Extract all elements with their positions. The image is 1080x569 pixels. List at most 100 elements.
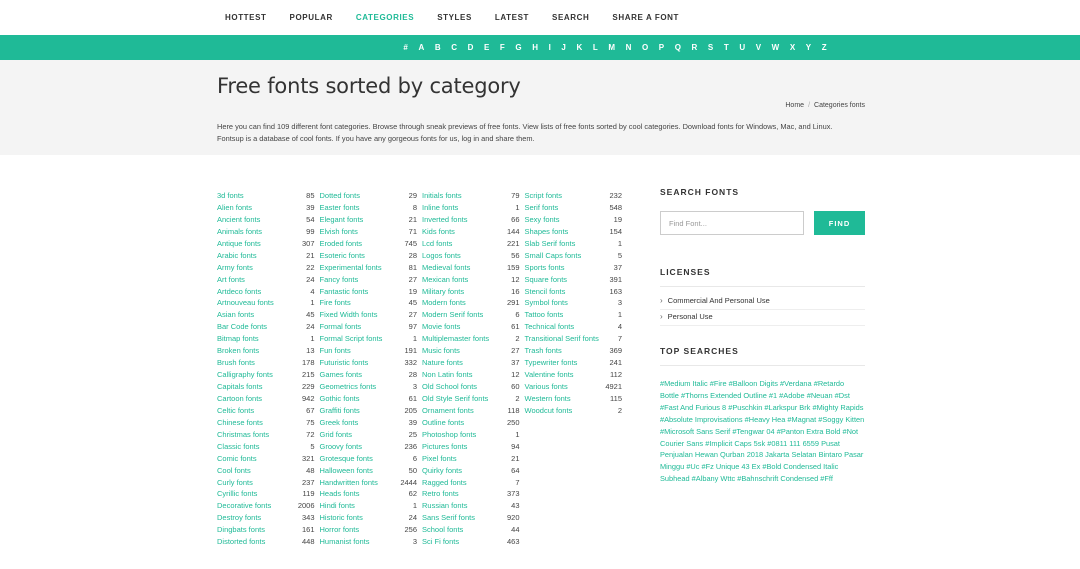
top-search-link[interactable]: #Neuan [807, 391, 833, 400]
category-link[interactable]: Army fonts [217, 262, 253, 274]
category-link[interactable]: Script fonts [525, 190, 563, 202]
breadcrumb-home[interactable]: Home [785, 102, 804, 109]
category-link[interactable]: Artdeco fonts [217, 286, 261, 298]
top-search-link[interactable]: #Absolute Improvisations [660, 415, 743, 424]
alphabet-letter-m[interactable]: M [608, 43, 615, 52]
category-link[interactable]: Small Caps fonts [525, 250, 582, 262]
category-link[interactable]: Elegant fonts [320, 214, 364, 226]
category-link[interactable]: Square fonts [525, 274, 568, 286]
alphabet-letter-q[interactable]: Q [675, 43, 681, 52]
top-search-link[interactable]: #Verdana [780, 379, 812, 388]
category-link[interactable]: Formal fonts [320, 321, 362, 333]
category-link[interactable]: Grid fonts [320, 429, 353, 441]
category-link[interactable]: Games fonts [320, 369, 363, 381]
category-link[interactable]: Sexy fonts [525, 214, 560, 226]
alphabet-letter-d[interactable]: D [468, 43, 474, 52]
category-link[interactable]: Music fonts [422, 345, 460, 357]
alphabet-letter-r[interactable]: R [692, 43, 698, 52]
alphabet-letter-w[interactable]: W [772, 43, 780, 52]
category-link[interactable]: Old Style Serif fonts [422, 393, 488, 405]
category-link[interactable]: Slab Serif fonts [525, 238, 576, 250]
alphabet-letter-o[interactable]: O [642, 43, 648, 52]
top-search-link[interactable]: #Bahnschrift Condensed [737, 474, 818, 483]
category-link[interactable]: Bitmap fonts [217, 333, 259, 345]
top-search-link[interactable]: #Fire [710, 379, 727, 388]
find-button[interactable]: FIND [814, 211, 865, 235]
category-link[interactable]: Symbol fonts [525, 297, 568, 309]
license-item[interactable]: › Personal Use [660, 310, 865, 326]
category-link[interactable]: Arabic fonts [217, 250, 257, 262]
category-link[interactable]: Experimental fonts [320, 262, 382, 274]
alphabet-letter-i[interactable]: I [549, 43, 551, 52]
category-link[interactable]: Handwritten fonts [320, 477, 378, 489]
category-link[interactable]: Sci Fi fonts [422, 536, 459, 548]
category-link[interactable]: Serif fonts [525, 202, 559, 214]
category-link[interactable]: Asian fonts [217, 309, 254, 321]
search-input[interactable] [660, 211, 804, 235]
category-link[interactable]: Halloween fonts [320, 465, 373, 477]
alphabet-letter-u[interactable]: U [739, 43, 745, 52]
category-link[interactable]: Lcd fonts [422, 238, 452, 250]
alphabet-letter-p[interactable]: P [659, 43, 664, 52]
alphabet-letter-c[interactable]: C [451, 43, 457, 52]
category-link[interactable]: Sports fonts [525, 262, 565, 274]
category-link[interactable]: Western fonts [525, 393, 571, 405]
category-link[interactable]: Broken fonts [217, 345, 259, 357]
category-link[interactable]: Art fonts [217, 274, 245, 286]
category-link[interactable]: Old School fonts [422, 381, 477, 393]
category-link[interactable]: Groovy fonts [320, 441, 363, 453]
alphabet-letter-n[interactable]: N [626, 43, 632, 52]
top-search-link[interactable]: #Thorns Extended Outline #1 [681, 391, 777, 400]
category-link[interactable]: Typewriter fonts [525, 357, 578, 369]
category-link[interactable]: Distorted fonts [217, 536, 265, 548]
category-link[interactable]: Formal Script fonts [320, 333, 383, 345]
nav-share-a-font[interactable]: SHARE A FONT [612, 13, 679, 22]
nav-popular[interactable]: POPULAR [290, 13, 333, 22]
top-search-link[interactable]: #Larkspur Brk [764, 403, 810, 412]
category-link[interactable]: Gothic fonts [320, 393, 360, 405]
top-search-link[interactable]: #Adobe [779, 391, 804, 400]
category-link[interactable]: Pixel fonts [422, 453, 457, 465]
top-search-link[interactable]: #Implicit Caps 5sk [705, 439, 765, 448]
category-link[interactable]: Russian fonts [422, 500, 467, 512]
alphabet-letter-g[interactable]: G [515, 43, 521, 52]
category-link[interactable]: Cool fonts [217, 465, 251, 477]
nav-categories[interactable]: CATEGORIES [356, 13, 414, 22]
category-link[interactable]: Valentine fonts [525, 369, 574, 381]
alphabet-letter-a[interactable]: A [418, 43, 424, 52]
category-link[interactable]: Shapes fonts [525, 226, 569, 238]
category-link[interactable]: Capitals fonts [217, 381, 262, 393]
category-link[interactable]: Pictures fonts [422, 441, 467, 453]
category-link[interactable]: Modern Serif fonts [422, 309, 483, 321]
alphabet-letter-v[interactable]: V [756, 43, 761, 52]
category-link[interactable]: School fonts [422, 524, 463, 536]
top-search-link[interactable]: #Soggy Kitten [818, 415, 864, 424]
category-link[interactable]: Cartoon fonts [217, 393, 262, 405]
category-link[interactable]: Brush fonts [217, 357, 255, 369]
category-link[interactable]: Woodcut fonts [525, 405, 573, 417]
category-link[interactable]: Retro fonts [422, 488, 459, 500]
top-search-link[interactable]: #Medium Italic [660, 379, 708, 388]
category-link[interactable]: Non Latin fonts [422, 369, 472, 381]
category-link[interactable]: Artnouveau fonts [217, 297, 274, 309]
category-link[interactable]: Cyrillic fonts [217, 488, 257, 500]
alphabet-letter-z[interactable]: Z [822, 43, 827, 52]
category-link[interactable]: Fantastic fonts [320, 286, 369, 298]
category-link[interactable]: Multiplemaster fonts [422, 333, 489, 345]
category-link[interactable]: 3d fonts [217, 190, 244, 202]
category-link[interactable]: Easter fonts [320, 202, 360, 214]
category-link[interactable]: Dingbats fonts [217, 524, 265, 536]
category-link[interactable]: Inline fonts [422, 202, 458, 214]
category-link[interactable]: Ragged fonts [422, 477, 467, 489]
nav-styles[interactable]: STYLES [437, 13, 472, 22]
category-link[interactable]: Comic fonts [217, 453, 257, 465]
category-link[interactable]: Decorative fonts [217, 500, 271, 512]
category-link[interactable]: Grotesque fonts [320, 453, 373, 465]
category-link[interactable]: Kids fonts [422, 226, 455, 238]
top-search-link[interactable]: #Uc [686, 462, 699, 471]
category-link[interactable]: Elvish fonts [320, 226, 358, 238]
top-search-link[interactable]: #Mighty Rapids [812, 403, 863, 412]
nav-hottest[interactable]: HOTTEST [225, 13, 267, 22]
alphabet-letter-h[interactable]: H [532, 43, 538, 52]
alphabet-letter-k[interactable]: K [576, 43, 582, 52]
